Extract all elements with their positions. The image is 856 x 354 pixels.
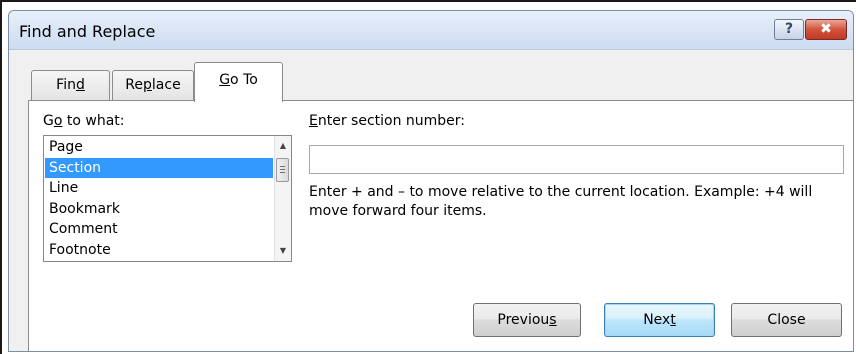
previous-button[interactable]: Previous: [473, 303, 581, 337]
tab-strip: Find Replace Go To: [9, 49, 853, 102]
list-item-bookmark[interactable]: Bookmark: [45, 199, 273, 220]
close-button[interactable]: Close: [731, 303, 842, 337]
listbox-scrollbar[interactable]: ▲ ▼: [274, 136, 291, 261]
list-item-line[interactable]: Line: [45, 178, 273, 199]
grip-line: [280, 169, 285, 170]
scrollbar-thumb[interactable]: [276, 158, 289, 182]
help-icon: ?: [784, 21, 794, 37]
access-key: d: [75, 77, 85, 93]
go-to-what-listbox[interactable]: Page Section Line Bookmark Comment Footn…: [43, 135, 292, 262]
list-item-footnote[interactable]: Footnote: [45, 240, 273, 261]
tab-go-to[interactable]: Go To: [194, 62, 283, 102]
navigation-hint: Enter + and – to move relative to the cu…: [309, 184, 813, 219]
enter-section-number-label: Enter section number:: [309, 113, 466, 129]
scroll-down-icon[interactable]: ▼: [275, 243, 291, 259]
list-item-page[interactable]: Page: [45, 137, 273, 158]
grip-line: [280, 172, 285, 173]
go-to-panel: Go to what: Page Section Line Bookmark C…: [28, 100, 853, 351]
grip-line: [280, 166, 285, 167]
close-window-button[interactable]: ✖: [805, 19, 847, 40]
close-icon: ✖: [820, 21, 832, 37]
listbox-items: Page Section Line Bookmark Comment Footn…: [45, 137, 273, 260]
help-button[interactable]: ?: [774, 19, 804, 40]
list-item-section[interactable]: Section: [45, 157, 273, 178]
list-item-comment[interactable]: Comment: [45, 219, 273, 240]
window-title: Find and Replace: [19, 22, 156, 41]
section-number-input[interactable]: [309, 145, 844, 174]
tab-find[interactable]: Find: [31, 70, 110, 101]
access-key: p: [143, 77, 152, 93]
next-button[interactable]: Next: [604, 303, 715, 337]
scroll-up-icon[interactable]: ▲: [275, 138, 291, 154]
go-to-what-label: Go to what:: [43, 113, 125, 129]
access-key: G: [219, 72, 231, 88]
title-bar[interactable]: Find and Replace ? ✖: [9, 11, 853, 50]
find-and-replace-dialog: Find and Replace ? ✖ Find Replace Go To …: [8, 10, 854, 352]
tab-replace[interactable]: Replace: [112, 70, 194, 101]
